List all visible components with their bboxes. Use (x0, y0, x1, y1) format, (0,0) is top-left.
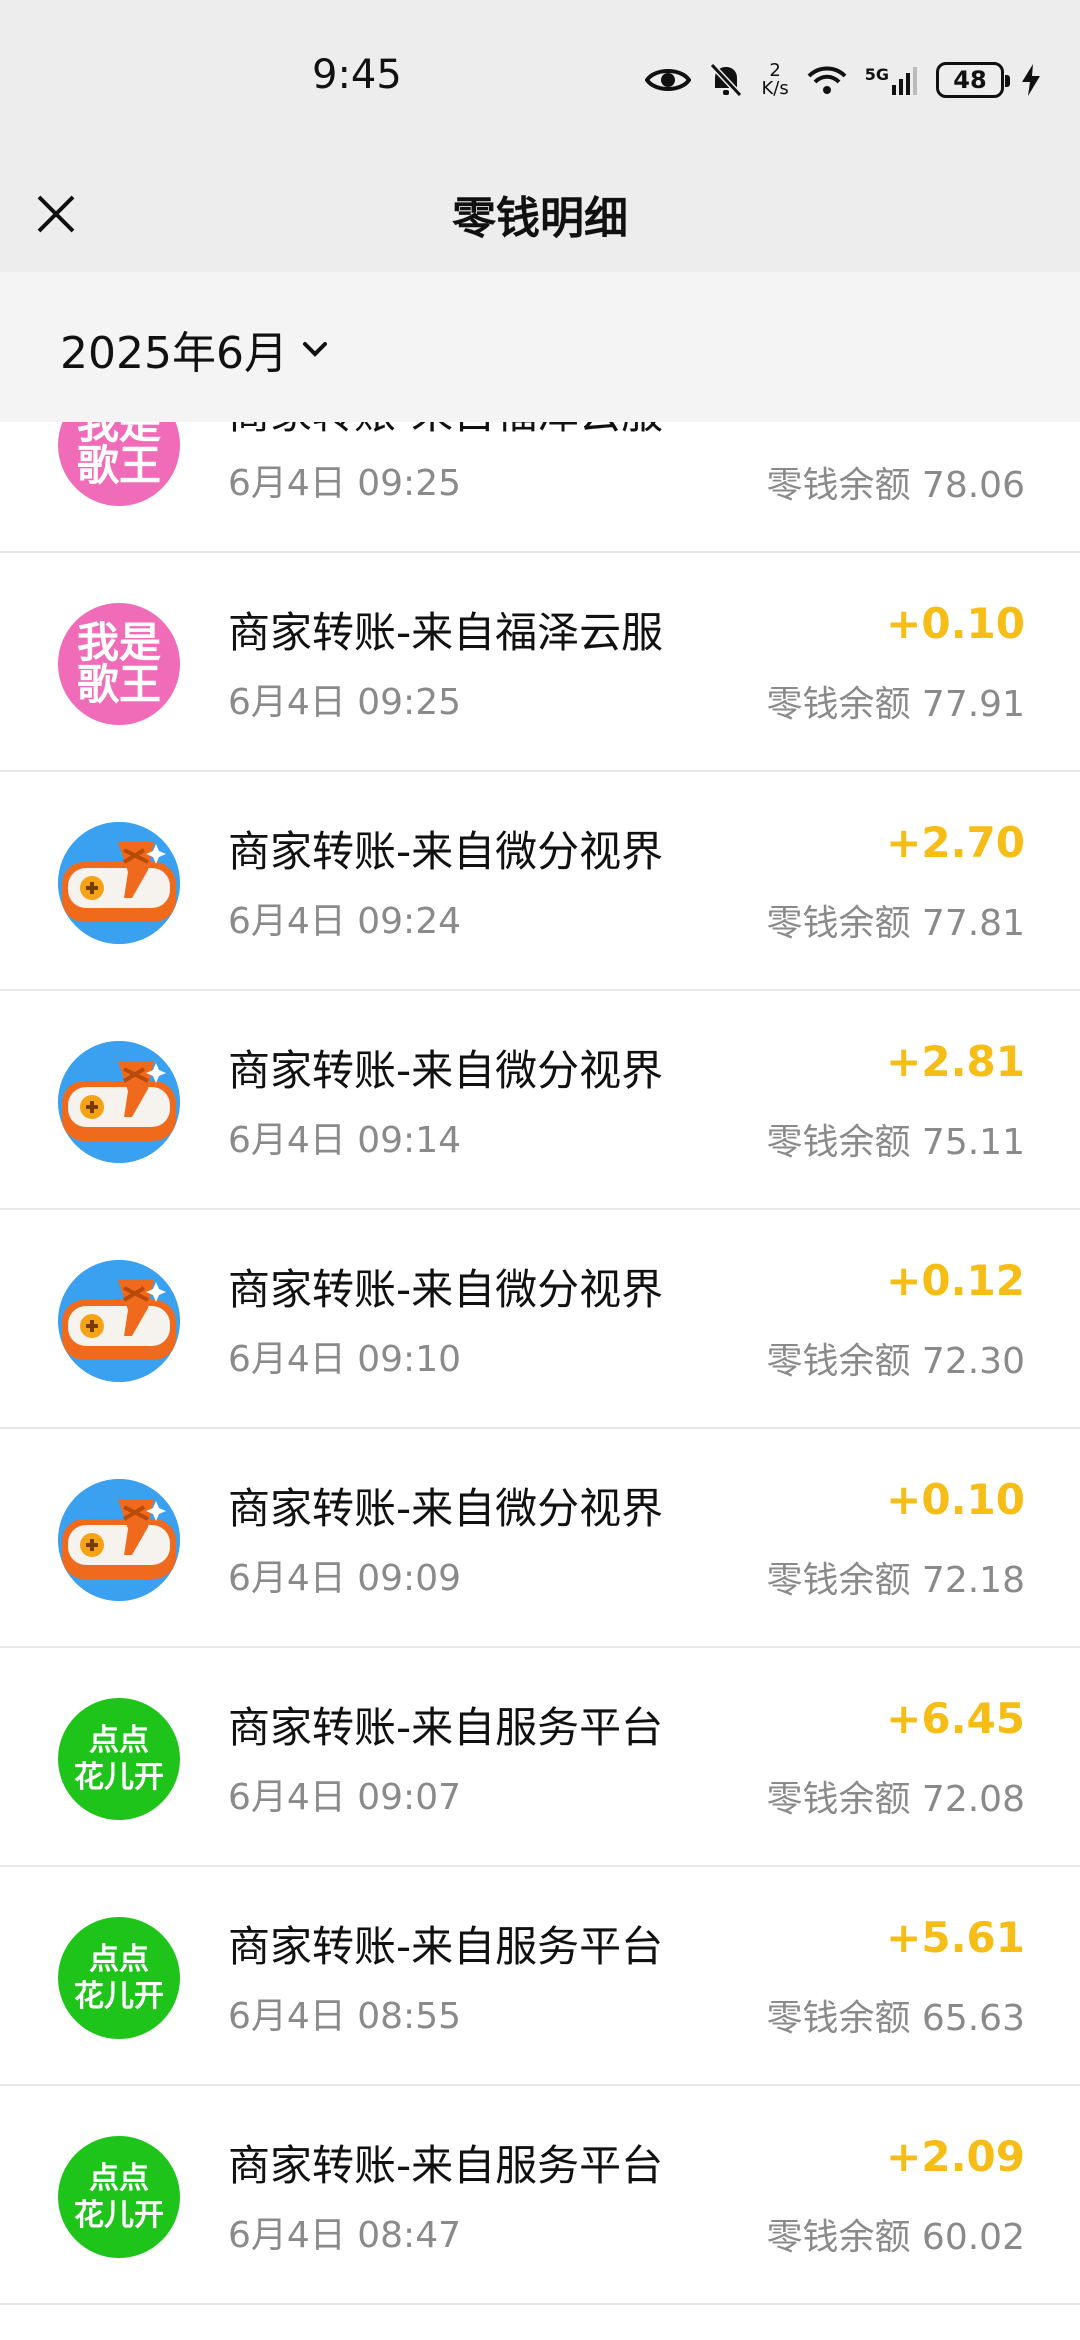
eye-icon (645, 69, 692, 91)
battery-icon: 48 (936, 62, 1010, 98)
transaction-balance: 零钱余额 72.30 (766, 1341, 1025, 1382)
transaction-balance: 零钱余额 72.08 (766, 1779, 1025, 1820)
merchant-avatar-singer: 我是 歌王 (58, 422, 180, 506)
transaction-title: 商家转账-来自服务平台 (228, 1922, 664, 1971)
transaction-title: 商家转账-来自微分视界 (228, 1265, 664, 1314)
status-time: 9:45 (312, 52, 402, 98)
avatar-text-line: 我是 (76, 618, 161, 667)
merchant-avatar-game-icon (58, 1260, 180, 1382)
wifi-icon (807, 66, 847, 94)
transaction-time: 6月4日 09:10 (228, 1339, 461, 1380)
avatar-text-line: 歌王 (76, 660, 161, 709)
avatar-text: 点点 花儿开 (74, 1722, 164, 1797)
merchant-avatar-singer: 我是 歌王 (58, 603, 180, 725)
month-selector[interactable]: 2025年6月 (60, 317, 328, 381)
title-bar: 零钱明细 (0, 160, 1080, 272)
transaction-balance: 零钱余额 77.91 (766, 684, 1025, 725)
list-item[interactable]: 点点 花儿开 商家转账-来自服务平台 6月4日 09:07 +6.45 零钱余额 72.0… (0, 1648, 1080, 1867)
transaction-balance: 零钱余额 65.63 (766, 1998, 1025, 2039)
transaction-amount: +0.10 (886, 599, 1025, 648)
avatar-text-line: 花儿开 (74, 2198, 164, 2233)
network-type: 5G (864, 65, 889, 84)
merchant-avatar-game-icon (58, 822, 180, 944)
avatar-text-line: 歌王 (76, 441, 161, 490)
transaction-amount: +5.61 (886, 1913, 1025, 1962)
transaction-balance: 零钱余额 60.02 (766, 2217, 1025, 2258)
transaction-time: 6月4日 09:09 (228, 1558, 461, 1599)
merchant-avatar-flower: 点点 花儿开 (58, 2136, 180, 2258)
net-speed-unit: K/s (761, 78, 789, 99)
list-item[interactable]: 我是 歌王 商家转账-来自福泽云服 6月4日 09:25 +0.10 零钱余额 77.91 (0, 553, 1080, 772)
list-item[interactable]: 我是歌王 商家转账-来自福泽云服 6月4日 09:25 +0.15 零钱余额 78.06 (0, 422, 1080, 553)
transaction-title: 商家转账-来自福泽云服 (228, 422, 663, 441)
net-speed: 2 K/s (761, 62, 788, 98)
transaction-balance: 零钱余额 72.18 (766, 1560, 1025, 1601)
cellular-signal-icon: 5G (865, 65, 918, 95)
transaction-title: 商家转账-来自服务平台 (228, 2141, 664, 2190)
charging-bolt-icon (1022, 64, 1040, 96)
transaction-time: 6月4日 09:25 (228, 682, 461, 723)
transaction-time: 6月4日 08:55 (228, 1996, 461, 2037)
transaction-time: 6月4日 09:25 (228, 463, 461, 504)
avatar-text: 点点 花儿开 (74, 1941, 164, 2016)
transaction-title: 商家转账-来自微分视界 (228, 1484, 664, 1533)
list-item[interactable]: 商家转账-来自微分视界 6月4日 09:09 +0.10 零钱余额 72.18 (0, 1429, 1080, 1648)
avatar-text-line: 花儿开 (74, 1979, 164, 2014)
transaction-amount: +2.09 (886, 2132, 1025, 2181)
avatar-text-line: 点点 (89, 1941, 149, 1977)
transaction-time: 6月4日 09:24 (228, 901, 461, 942)
transaction-time: 6月4日 09:07 (228, 1777, 461, 1818)
avatar-text-line: 花儿开 (74, 1760, 164, 1795)
transaction-amount: +0.10 (886, 1475, 1025, 1524)
transaction-amount: +0.12 (886, 1256, 1025, 1305)
merchant-avatar-flower: 点点 花儿开 (58, 1917, 180, 2039)
status-bar: 9:45 2 K/s 5G 48 (0, 0, 1080, 160)
transaction-amount: +0.15 (886, 422, 1025, 429)
merchant-avatar-flower: 点点 花儿开 (58, 1698, 180, 1820)
page-title: 零钱明细 (452, 193, 628, 244)
avatar-text: 我是 歌王 (77, 422, 161, 487)
transaction-title: 商家转账-来自微分视界 (228, 1046, 664, 1095)
transaction-balance: 零钱余额 75.11 (766, 1122, 1025, 1163)
transaction-amount: +2.70 (886, 818, 1025, 867)
transaction-balance: 零钱余额 77.81 (766, 903, 1025, 944)
transaction-amount: +2.81 (886, 1037, 1025, 1086)
filter-bar: 2025年6月 (0, 272, 1080, 422)
transaction-balance: 零钱余额 78.06 (766, 465, 1025, 506)
transaction-title: 商家转账-来自福泽云服 (228, 608, 664, 657)
chevron-down-icon (302, 342, 327, 357)
list-item[interactable]: 点点 花儿开 商家转账-来自服务平台 6月4日 08:55 +5.61 零钱余额 65.6… (0, 1867, 1080, 2086)
avatar-text-line: 点点 (89, 1722, 149, 1758)
status-icons: 2 K/s 5G 48 (645, 56, 1040, 104)
transaction-time: 6月4日 08:47 (228, 2215, 461, 2256)
transaction-title: 商家转账-来自微分视界 (228, 827, 664, 876)
transaction-time: 6月4日 09:14 (228, 1120, 461, 1161)
transaction-amount: +6.45 (886, 1694, 1025, 1743)
merchant-avatar-game-icon (58, 1479, 180, 1601)
list-item[interactable]: 商家转账-来自微分视界 6月4日 09:10 +0.12 零钱余额 72.30 (0, 1210, 1080, 1429)
mute-bell-icon (710, 62, 743, 98)
avatar-text-line: 点点 (89, 2160, 149, 2196)
transaction-list[interactable]: 我是歌王商家转账-来自福泽云服6月4日 09:25+0.15零钱余额 78.06… (0, 422, 1080, 2340)
list-item[interactable]: 商家转账-来自微分视界 6月4日 09:14 +2.81 零钱余额 75.11 (0, 991, 1080, 1210)
list-item[interactable]: 点点 花儿开 商家转账-来自服务平台 6月4日 08:47 +2.09 零钱余额 60.0… (0, 2086, 1080, 2305)
transaction-title: 商家转账-来自服务平台 (228, 1703, 664, 1752)
list-item[interactable]: 商家转账-来自微分视界 6月4日 09:24 +2.70 零钱余额 77.81 (0, 772, 1080, 991)
avatar-text: 点点 花儿开 (74, 2160, 164, 2235)
merchant-avatar-game-icon (58, 1041, 180, 1163)
month-label: 2025年6月 (60, 328, 288, 379)
avatar-text: 我是 歌王 (77, 622, 161, 706)
